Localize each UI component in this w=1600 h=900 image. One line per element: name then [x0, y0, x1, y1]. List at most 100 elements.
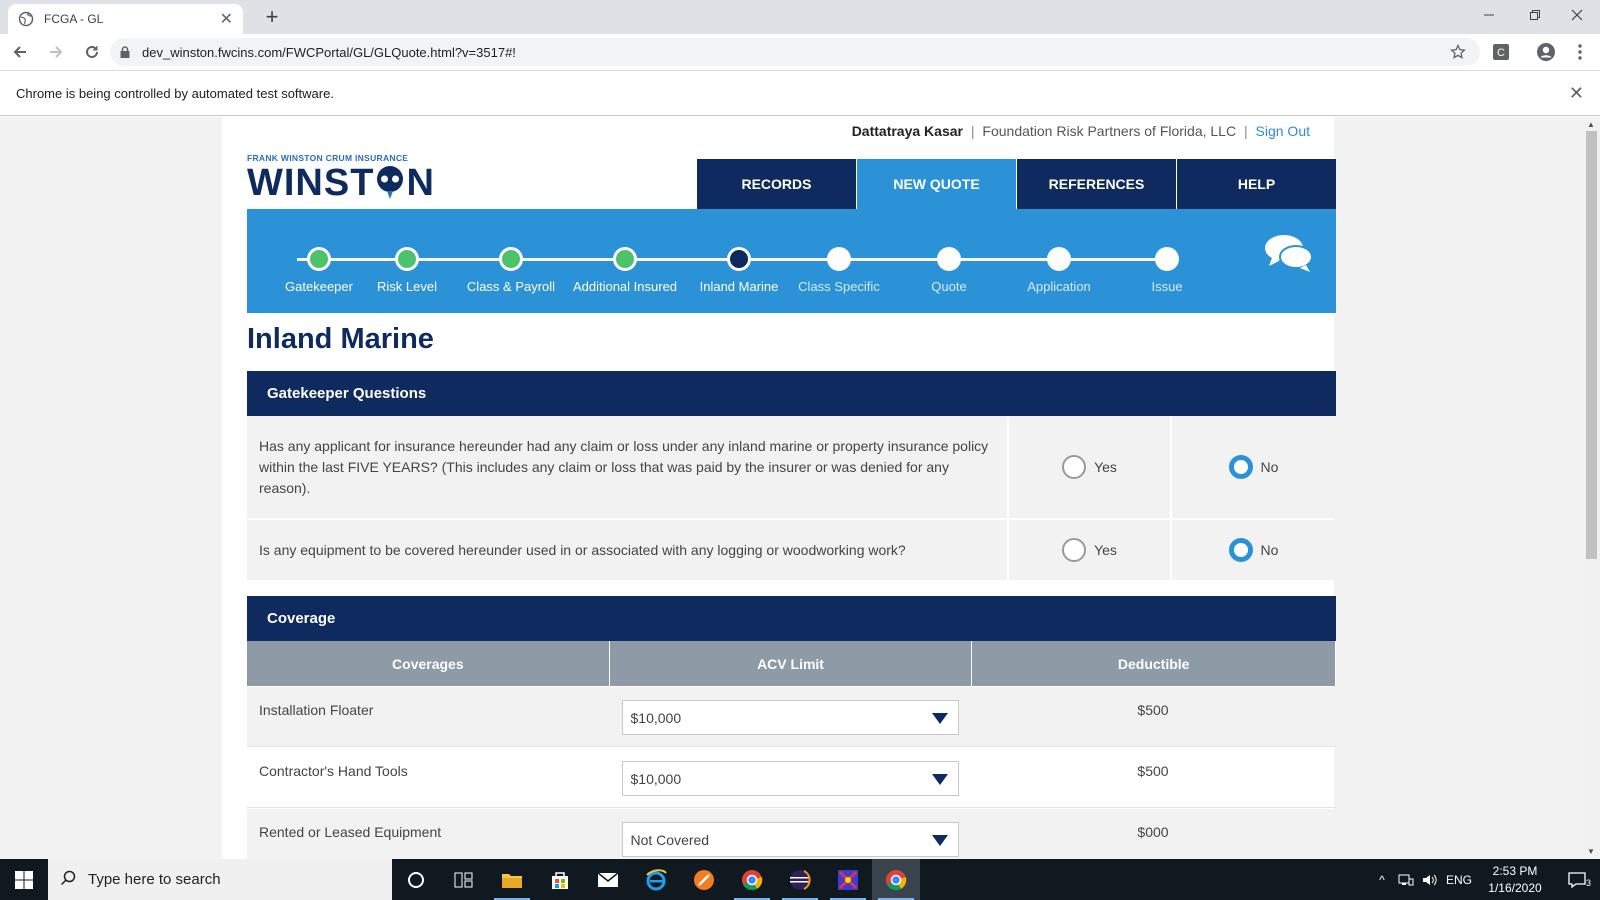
separator: |: [970, 123, 975, 139]
deductible-value: $500: [1137, 702, 1169, 718]
page-viewport: Dattatraya Kasar | Foundation Risk Partn…: [0, 117, 1600, 859]
clock-time: 2:53 PM: [1492, 863, 1538, 878]
new-tab-button[interactable]: +: [258, 4, 286, 30]
step-additional-insured[interactable]: Additional Insured: [570, 247, 680, 294]
nav-references[interactable]: REFERENCES: [1017, 159, 1176, 209]
minimize-button[interactable]: [1466, 0, 1512, 30]
close-tab-icon[interactable]: ✕: [220, 9, 233, 29]
address-bar[interactable]: dev_winston.fwcins.com/FWCPortal/GL/GLQu…: [110, 38, 1480, 66]
step-application: Application: [1004, 247, 1114, 294]
chevron-down-icon: [931, 774, 948, 785]
globe-icon: [18, 11, 34, 27]
back-button[interactable]: [4, 36, 36, 68]
profile-icon[interactable]: [1530, 36, 1562, 68]
menu-kebab-icon[interactable]: [1564, 36, 1596, 68]
search-placeholder: Type here to search: [88, 871, 221, 888]
acv-limit-select[interactable]: Not Covered: [621, 822, 959, 857]
org-name: Foundation Risk Partners of Florida, LLC: [982, 123, 1237, 139]
step-risk-level[interactable]: Risk Level: [352, 247, 462, 294]
sign-out-link[interactable]: Sign Out: [1256, 123, 1310, 139]
separator: |: [1243, 123, 1248, 139]
progress-stepper: Gatekeeper Risk Level Class & Payroll Ad…: [247, 209, 1336, 313]
lock-icon: [120, 46, 130, 58]
windows-start-icon[interactable]: [0, 859, 48, 900]
radio-no[interactable]: [1228, 538, 1253, 562]
mail-icon[interactable]: [584, 859, 632, 900]
col-coverages: Coverages: [247, 641, 609, 686]
nav-new-quote[interactable]: NEW QUOTE: [857, 159, 1016, 209]
gatekeeper-header: Gatekeeper Questions: [247, 371, 1336, 416]
question-row: Is any equipment to be covered hereunder…: [247, 520, 1336, 580]
close-infobar-icon[interactable]: ✕: [1569, 83, 1584, 104]
chevron-down-icon: [931, 835, 948, 846]
chevron-up-icon[interactable]: ^: [1370, 873, 1394, 887]
restore-button[interactable]: [1512, 0, 1558, 30]
svg-text:C: C: [1497, 47, 1505, 59]
cortana-icon[interactable]: [392, 859, 440, 900]
bookmark-star-icon[interactable]: [1450, 43, 1466, 63]
reload-button[interactable]: [76, 36, 108, 68]
acv-limit-select[interactable]: $10,000: [621, 700, 959, 735]
chrome-active-icon[interactable]: [872, 859, 920, 900]
windows-taskbar: Type here to search ^ ENG 2:53 PM 1/16/2…: [0, 859, 1600, 900]
internet-explorer-icon[interactable]: [632, 859, 680, 900]
extension-icon[interactable]: C: [1485, 36, 1517, 68]
page-scrollbar[interactable]: ▲ ▼: [1583, 117, 1600, 859]
nav-help[interactable]: HELP: [1177, 159, 1336, 209]
chrome-icon[interactable]: [728, 859, 776, 900]
tab-title: FCGA - GL: [44, 12, 104, 26]
radio-yes[interactable]: [1062, 538, 1087, 562]
forward-button[interactable]: [40, 36, 72, 68]
app-colorful-icon[interactable]: [824, 859, 872, 900]
answer-no[interactable]: No: [1172, 416, 1335, 518]
question-row: Has any applicant for insurance hereunde…: [247, 416, 1336, 518]
page-title: Inland Marine: [247, 323, 434, 355]
page-container: Dattatraya Kasar | Foundation Risk Partn…: [222, 117, 1337, 859]
network-icon[interactable]: [1394, 873, 1418, 887]
user-name: Dattatraya Kasar: [851, 123, 963, 139]
scrollbar-thumb[interactable]: [1586, 131, 1597, 559]
glasses-o-icon: [374, 163, 406, 203]
clock[interactable]: 2:53 PM 1/16/2020: [1476, 863, 1554, 897]
eclipse-icon[interactable]: [776, 859, 824, 900]
automation-infobar: Chrome is being controlled by automated …: [0, 70, 1600, 116]
volume-icon[interactable]: [1418, 873, 1442, 887]
step-class-specific: Class Specific: [784, 247, 894, 294]
table-row: Contractor's Hand Tools $10,000 $500: [247, 748, 1336, 808]
answer-yes[interactable]: Yes: [1009, 520, 1172, 580]
radio-yes[interactable]: [1062, 455, 1087, 479]
app-orange-icon[interactable]: [680, 859, 728, 900]
step-quote: Quote: [894, 247, 1004, 294]
coverage-name: Rented or Leased Equipment: [259, 824, 442, 840]
answer-yes[interactable]: Yes: [1009, 416, 1172, 518]
step-inland-marine[interactable]: Inland Marine: [684, 247, 794, 294]
question-text: Is any equipment to be covered hereunder…: [247, 520, 1009, 580]
search-icon: [60, 870, 76, 890]
notification-icon[interactable]: 3: [1554, 871, 1600, 888]
nav-records[interactable]: RECORDS: [697, 159, 856, 209]
main-nav: RECORDS NEW QUOTE REFERENCES HELP: [697, 159, 1337, 209]
scroll-up-icon[interactable]: ▲: [1587, 120, 1595, 129]
store-icon[interactable]: [536, 859, 584, 900]
chat-icon[interactable]: [1264, 233, 1314, 280]
file-explorer-icon[interactable]: [488, 859, 536, 900]
close-window-button[interactable]: [1554, 0, 1600, 30]
coverage-table-header: Coverages ACV Limit Deductible: [247, 641, 1336, 686]
col-acv-limit: ACV Limit: [609, 641, 972, 686]
acv-limit-select[interactable]: $10,000: [621, 761, 959, 796]
language-indicator[interactable]: ENG: [1442, 873, 1476, 887]
task-view-icon[interactable]: [440, 859, 488, 900]
chevron-down-icon: [931, 713, 948, 724]
infobar-message: Chrome is being controlled by automated …: [16, 85, 334, 101]
logo-wordmark: WINST N: [247, 162, 435, 204]
question-text: Has any applicant for insurance hereunde…: [247, 416, 1009, 518]
coverage-name: Installation Floater: [259, 702, 374, 718]
winston-logo[interactable]: FRANK WINSTON CRUM INSURANCE WINST N: [247, 153, 435, 203]
scroll-down-icon[interactable]: ▼: [1587, 847, 1595, 856]
taskbar-search-box[interactable]: Type here to search: [48, 859, 392, 900]
browser-tab[interactable]: FCGA - GL ✕: [8, 4, 243, 34]
answer-no[interactable]: No: [1172, 520, 1335, 580]
radio-no[interactable]: [1228, 455, 1253, 479]
browser-tabstrip: FCGA - GL ✕ +: [0, 0, 1600, 34]
step-class-payroll[interactable]: Class & Payroll: [456, 247, 566, 294]
